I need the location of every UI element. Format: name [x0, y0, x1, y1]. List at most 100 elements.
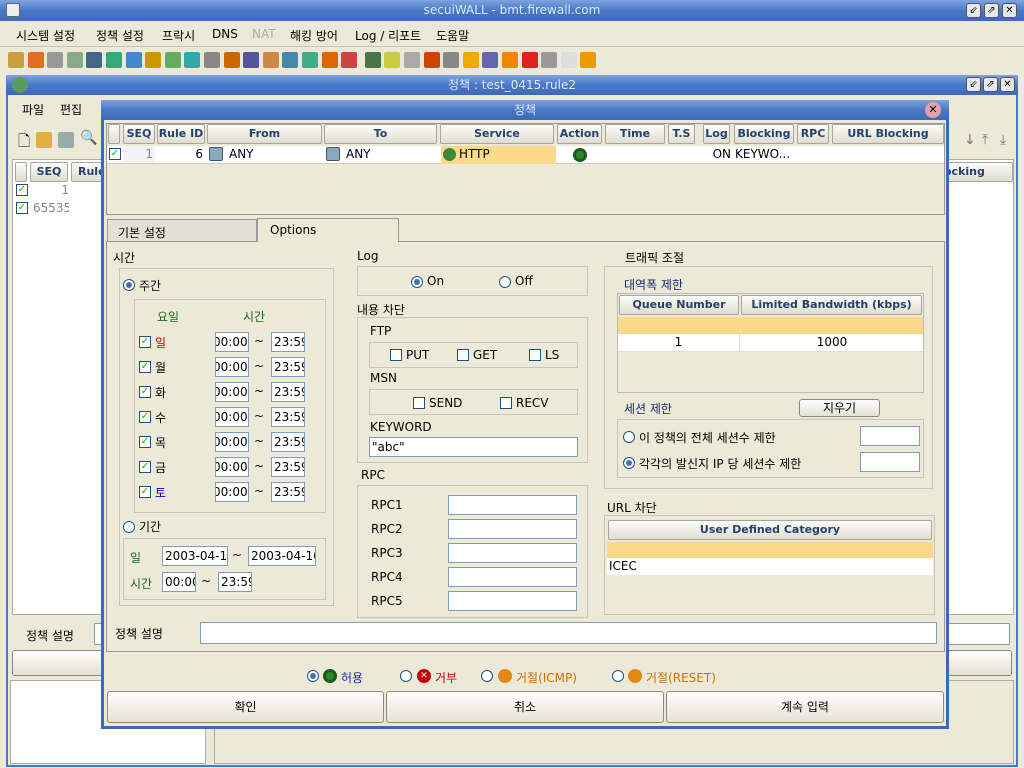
- open-folder-icon[interactable]: [36, 132, 52, 148]
- get-checkbox[interactable]: [457, 349, 469, 361]
- day-start-input[interactable]: 00:00: [215, 432, 249, 452]
- chart-icon[interactable]: [223, 52, 240, 68]
- column-header-seq[interactable]: SEQ: [30, 162, 68, 182]
- log-on-radio[interactable]: [411, 276, 423, 288]
- recv-checkbox[interactable]: [500, 397, 512, 409]
- network-icon[interactable]: [66, 52, 83, 68]
- rpc-input[interactable]: [448, 591, 577, 611]
- day-end-input[interactable]: 23:59: [271, 357, 305, 377]
- column-header-service[interactable]: Service: [440, 124, 554, 144]
- menu-file[interactable]: 파일: [22, 101, 44, 118]
- table-row[interactable]: 1 1000: [618, 334, 923, 352]
- users-icon[interactable]: [321, 52, 338, 68]
- card-icon[interactable]: [106, 52, 122, 68]
- day-checkbox[interactable]: ✓: [139, 336, 151, 348]
- head-icon[interactable]: [404, 52, 420, 68]
- menu-policy[interactable]: 정책 설정: [96, 27, 144, 44]
- day-end-input[interactable]: 23:59: [271, 457, 305, 477]
- column-header-url-blocking[interactable]: URL Blocking: [832, 124, 944, 144]
- menu-edit[interactable]: 편집: [60, 101, 82, 118]
- continue-input-button[interactable]: 계속 입력: [666, 691, 944, 723]
- menu-hacking-defense[interactable]: 해킹 방어: [290, 27, 338, 44]
- day-checkbox[interactable]: ✓: [139, 411, 151, 423]
- rpc-input[interactable]: [448, 567, 577, 587]
- row-checkbox[interactable]: ✓: [109, 148, 121, 160]
- column-header-rpc[interactable]: RPC: [797, 124, 829, 144]
- move-bottom-icon[interactable]: ⤓: [1000, 132, 1006, 148]
- allow-radio[interactable]: [307, 670, 319, 682]
- policy-description-input[interactable]: [200, 622, 937, 644]
- close-button[interactable]: ✕: [925, 102, 941, 118]
- close-button[interactable]: ✕: [1002, 3, 1017, 18]
- day-checkbox[interactable]: ✓: [139, 361, 151, 373]
- column-header-blocking[interactable]: Blocking: [734, 124, 794, 144]
- monitor-icon[interactable]: [541, 52, 558, 68]
- ok-button[interactable]: 확인: [107, 691, 384, 723]
- day-checkbox[interactable]: ✓: [139, 486, 151, 498]
- minimize-button[interactable]: ⇙: [966, 3, 981, 18]
- column-header-bandwidth[interactable]: Limited Bandwidth (kbps): [741, 295, 922, 315]
- menu-log-report[interactable]: Log / 리포트: [355, 27, 421, 44]
- move-top-icon[interactable]: ⤒: [982, 132, 988, 148]
- minimize-button[interactable]: ⇙: [966, 77, 981, 92]
- ball-icon[interactable]: [204, 52, 220, 68]
- day-end-input[interactable]: 23:59: [271, 482, 305, 502]
- ip-icon[interactable]: [27, 52, 44, 68]
- config-icon[interactable]: [8, 52, 24, 68]
- user-icon[interactable]: [262, 52, 279, 68]
- session-per-ip-radio[interactable]: [623, 457, 635, 469]
- day-end-input[interactable]: 23:59: [271, 382, 305, 402]
- zone-icon[interactable]: [47, 52, 64, 68]
- help-icon[interactable]: [580, 52, 597, 68]
- new-file-icon[interactable]: 🗋: [18, 131, 30, 156]
- speaker-icon[interactable]: [502, 52, 518, 68]
- close-button[interactable]: ✕: [1000, 77, 1015, 92]
- snmp-icon[interactable]: [145, 52, 162, 68]
- url-category-item[interactable]: ICEC: [607, 558, 933, 575]
- user-group-icon[interactable]: [282, 52, 299, 68]
- tab-basic-settings[interactable]: 기본 설정: [107, 219, 257, 241]
- session-per-ip-input[interactable]: [860, 452, 920, 472]
- document-icon[interactable]: [560, 52, 577, 68]
- tab-options[interactable]: Options: [257, 218, 399, 242]
- search-icon[interactable]: 🔍: [80, 130, 97, 146]
- column-header-from[interactable]: From: [207, 124, 322, 144]
- move-down-icon[interactable]: ↓: [964, 132, 976, 148]
- column-header-check[interactable]: [108, 124, 120, 144]
- row-checkbox[interactable]: ✓: [16, 202, 28, 214]
- www-icon[interactable]: [364, 52, 381, 68]
- mail-icon[interactable]: [384, 52, 401, 68]
- rpc-input[interactable]: [448, 543, 577, 563]
- rpc-input[interactable]: [448, 495, 577, 515]
- menu-system[interactable]: 시스템 설정: [16, 27, 75, 44]
- row-checkbox[interactable]: ✓: [16, 184, 28, 196]
- keyword-input[interactable]: "abc": [369, 437, 578, 457]
- maximize-button[interactable]: ⇗: [984, 3, 999, 18]
- column-header-user-category[interactable]: User Defined Category: [608, 520, 932, 540]
- bandwidth-new-row[interactable]: [618, 317, 923, 334]
- day-end-input[interactable]: 23:59: [271, 332, 305, 352]
- column-header-check[interactable]: [15, 162, 27, 182]
- tools-icon[interactable]: [443, 52, 460, 68]
- day-checkbox[interactable]: ✓: [139, 461, 151, 473]
- period-time-from-input[interactable]: 00:00: [162, 572, 196, 592]
- menu-help[interactable]: 도움말: [436, 27, 469, 44]
- menu-dns[interactable]: DNS: [212, 27, 238, 41]
- date-from-input[interactable]: 2003-04-16: [162, 546, 228, 566]
- put-checkbox[interactable]: [390, 349, 402, 361]
- alarm-icon[interactable]: [521, 52, 538, 68]
- report-icon[interactable]: [482, 52, 499, 68]
- save-icon[interactable]: [58, 132, 74, 148]
- period-radio[interactable]: [123, 521, 135, 533]
- clear-button[interactable]: 지우기: [799, 399, 880, 417]
- day-start-input[interactable]: 00:00: [215, 357, 249, 377]
- column-header-to[interactable]: To: [324, 124, 437, 144]
- table-row[interactable]: ✓ 1 6 ANY ANY HTTP ON KEYWO...: [107, 146, 944, 164]
- day-start-input[interactable]: 00:00: [215, 332, 249, 352]
- ls-checkbox[interactable]: [529, 349, 541, 361]
- send-checkbox[interactable]: [413, 397, 425, 409]
- url-icon[interactable]: [341, 52, 358, 68]
- log-off-radio[interactable]: [499, 276, 511, 288]
- column-header-time[interactable]: Time: [605, 124, 665, 144]
- service-icon[interactable]: [302, 52, 318, 68]
